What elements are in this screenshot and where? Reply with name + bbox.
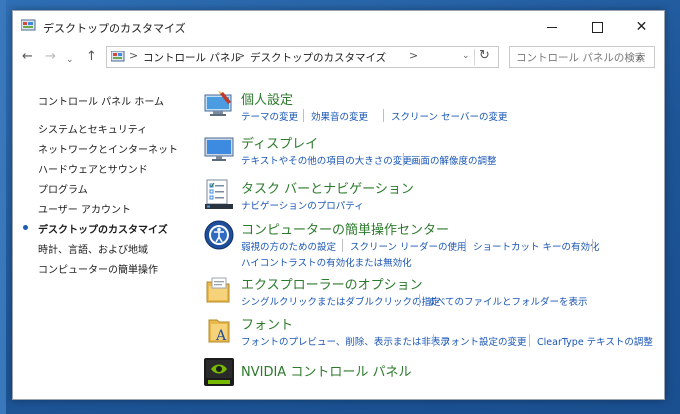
- maximize-icon: [592, 22, 603, 33]
- search-input[interactable]: コントロール パネルの検索: [516, 50, 645, 65]
- link-change-sounds[interactable]: 効果音の変更: [311, 109, 368, 123]
- category-title[interactable]: NVIDIA コントロール パネル: [241, 361, 411, 380]
- link-high-contrast[interactable]: ハイコントラストの有効化または無効化: [241, 255, 412, 269]
- category-title[interactable]: コンピューターの簡単操作センター: [241, 219, 449, 238]
- link-low-vision[interactable]: 弱視の方のための設定: [241, 239, 336, 253]
- sidebar-item-appearance[interactable]: デスクトップのカスタマイズ: [38, 221, 168, 236]
- breadcrumb-separator-icon[interactable]: >: [409, 49, 418, 62]
- refresh-icon[interactable]: ↻: [479, 48, 490, 63]
- category-title[interactable]: タスク バーとナビゲーション: [241, 178, 414, 197]
- link-shortcut-keys[interactable]: ショートカット キーの有効化: [473, 239, 600, 253]
- svg-text:A: A: [215, 328, 227, 344]
- sidebar-item-user-accounts[interactable]: ユーザー アカウント: [38, 201, 131, 216]
- link-separator: [433, 334, 434, 347]
- ease-of-access-icon: [204, 220, 234, 250]
- link-change-screensaver[interactable]: スクリーン セーバーの変更: [391, 109, 507, 123]
- search-icon[interactable]: ⌕: [637, 50, 644, 65]
- fonts-icon: A: [208, 319, 230, 344]
- link-navigation-properties[interactable]: ナビゲーションのプロパティ: [241, 198, 364, 212]
- search-box[interactable]: コントロール パネルの検索 ⌕: [509, 46, 655, 68]
- link-click-options[interactable]: シングルクリックまたはダブルクリックの指定: [241, 294, 441, 308]
- link-text-size[interactable]: テキストやその他の項目の大きさの変更: [241, 153, 412, 167]
- main-content: 個人設定 テーマの変更 効果音の変更 スクリーン セーバーの変更 ディスプレイ …: [198, 81, 664, 391]
- display-icon: [204, 137, 234, 161]
- forward-button[interactable]: →: [45, 49, 56, 65]
- link-screen-resolution[interactable]: 画面の解像度の調整: [411, 153, 497, 167]
- sidebar: コントロール パネル ホーム システムとセキュリティ ネットワークとインターネッ…: [13, 73, 193, 393]
- minimize-button[interactable]: [529, 11, 574, 43]
- maximize-button[interactable]: [574, 11, 619, 43]
- control-panel-icon: [111, 51, 125, 62]
- sidebar-item-network[interactable]: ネットワークとインターネット: [38, 141, 178, 156]
- back-button[interactable]: ←: [22, 49, 33, 65]
- category-title[interactable]: 個人設定: [241, 89, 293, 108]
- breadcrumb-separator-icon[interactable]: >: [236, 49, 245, 62]
- link-separator: [592, 239, 593, 252]
- breadcrumb-control-panel[interactable]: コントロール パネル: [143, 50, 241, 65]
- control-panel-window: デスクトップのカスタマイズ ✕ ← → ⌄ ↑ > コントロール パネル > デ…: [12, 10, 665, 400]
- sidebar-item-hardware-sound[interactable]: ハードウェアとサウンド: [38, 161, 148, 176]
- link-font-settings[interactable]: フォント設定の変更: [441, 334, 527, 348]
- up-button[interactable]: ↑: [86, 49, 97, 65]
- desktop-background: [0, 0, 6, 414]
- chevron-down-icon: ⌄: [66, 55, 74, 65]
- link-change-theme[interactable]: テーマの変更: [241, 109, 298, 123]
- close-icon: ✕: [635, 19, 648, 35]
- link-separator: [419, 294, 420, 307]
- sidebar-item-home[interactable]: コントロール パネル ホーム: [38, 93, 164, 108]
- title-bar[interactable]: デスクトップのカスタマイズ ✕: [13, 11, 664, 43]
- window-title: デスクトップのカスタマイズ: [43, 22, 186, 35]
- link-show-hidden-files[interactable]: すべてのファイルとフォルダーを表示: [427, 294, 587, 308]
- category-title[interactable]: ディスプレイ: [241, 133, 318, 152]
- close-button[interactable]: ✕: [619, 11, 664, 43]
- link-separator: [303, 109, 304, 122]
- link-separator: [529, 334, 530, 347]
- link-screen-reader[interactable]: スクリーン リーダーの使用: [350, 239, 467, 253]
- sidebar-item-programs[interactable]: プログラム: [38, 181, 88, 196]
- back-arrow-icon: ←: [22, 49, 33, 64]
- link-separator: [403, 153, 404, 166]
- taskbar-icon: [205, 179, 233, 209]
- breadcrumb-current[interactable]: デスクトップのカスタマイズ: [250, 50, 386, 65]
- link-font-preview[interactable]: フォントのプレビュー、削除、表示または非表示: [241, 334, 450, 348]
- recent-locations-button[interactable]: ⌄: [66, 52, 74, 68]
- address-dropdown-icon[interactable]: ⌄: [462, 51, 470, 61]
- link-separator: [342, 239, 343, 252]
- control-panel-icon: [21, 19, 36, 31]
- address-bar[interactable]: > コントロール パネル > デスクトップのカスタマイズ > ⌄ ↻: [106, 46, 499, 68]
- minimize-icon: [547, 27, 557, 28]
- category-title[interactable]: エクスプローラーのオプション: [241, 274, 423, 293]
- breadcrumb-separator-icon[interactable]: >: [129, 49, 138, 62]
- current-item-bullet: [23, 225, 28, 230]
- sidebar-item-clock-region[interactable]: 時計、言語、および地域: [38, 241, 148, 256]
- address-divider: [474, 49, 475, 65]
- folder-options-icon: [206, 277, 230, 303]
- category-title[interactable]: フォント: [241, 314, 293, 333]
- navigation-bar: ← → ⌄ ↑ > コントロール パネル > デスクトップのカスタマイズ > ⌄…: [13, 43, 664, 73]
- link-separator: [465, 239, 466, 252]
- sidebar-item-ease-of-access[interactable]: コンピューターの簡単操作: [38, 261, 158, 276]
- link-separator: [383, 109, 384, 122]
- sidebar-item-system-security[interactable]: システムとセキュリティ: [38, 121, 147, 136]
- link-cleartype[interactable]: ClearType テキストの調整: [537, 334, 653, 348]
- forward-arrow-icon: →: [45, 49, 56, 64]
- nvidia-icon: [204, 358, 234, 386]
- personalization-icon: [204, 91, 232, 116]
- up-arrow-icon: ↑: [86, 49, 97, 64]
